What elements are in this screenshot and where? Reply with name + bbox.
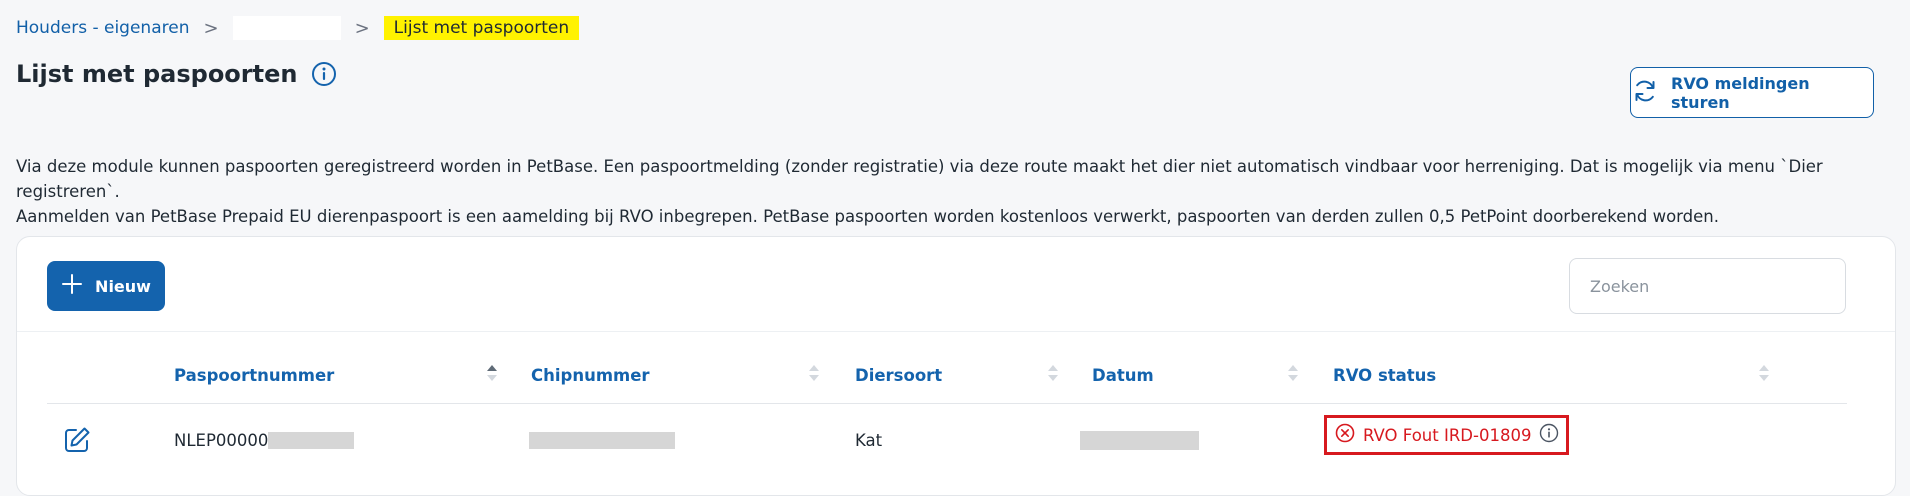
chipnummer-value bbox=[529, 431, 675, 449]
error-circle-icon bbox=[1335, 423, 1355, 447]
info-icon[interactable] bbox=[311, 61, 337, 87]
redacted-block bbox=[268, 431, 355, 449]
info-icon[interactable] bbox=[1539, 423, 1559, 447]
breadcrumb: Houders - eigenaren > > Lijst met paspoo… bbox=[16, 14, 580, 42]
sort-icon[interactable] bbox=[1758, 361, 1770, 385]
breadcrumb-separator: > bbox=[354, 17, 370, 39]
new-passport-button[interactable]: Nieuw bbox=[47, 261, 165, 311]
rvo-notifications-label: RVO meldingen sturen bbox=[1671, 73, 1810, 112]
refresh-icon bbox=[1631, 77, 1659, 109]
column-header-rvo-status[interactable]: RVO status bbox=[1333, 363, 1436, 387]
cell-diersoort: Kat bbox=[855, 430, 883, 450]
title-row: Lijst met paspoorten bbox=[16, 60, 337, 88]
cell-datum bbox=[1080, 423, 1199, 457]
column-header-diersoort[interactable]: Diersoort bbox=[855, 363, 942, 387]
new-passport-label: Nieuw bbox=[95, 276, 151, 296]
sort-icon[interactable] bbox=[1287, 361, 1299, 385]
cell-paspoortnummer: NLEP00000 bbox=[174, 423, 355, 457]
breadcrumb-item-redacted[interactable] bbox=[232, 16, 341, 40]
breadcrumb-item-current: Lijst met paspoorten bbox=[383, 16, 580, 40]
column-header-datum[interactable]: Datum bbox=[1092, 363, 1154, 387]
module-description: Via deze module kunnen paspoorten geregi… bbox=[16, 154, 1896, 229]
passports-table-card: Nieuw Paspoortnummer Chipnummer Diersoor… bbox=[16, 236, 1896, 496]
breadcrumb-item-houders[interactable]: Houders - eigenaren bbox=[16, 18, 189, 38]
column-header-chipnummer[interactable]: Chipnummer bbox=[531, 363, 650, 387]
datum-value bbox=[1080, 430, 1199, 450]
description-line-1: Via deze module kunnen paspoorten geregi… bbox=[16, 157, 1823, 201]
column-header-paspoortnummer[interactable]: Paspoortnummer bbox=[174, 363, 334, 387]
description-line-2: Aanmelden van PetBase Prepaid EU dierenp… bbox=[16, 207, 1719, 226]
sort-icon[interactable] bbox=[1047, 361, 1059, 385]
rvo-status-badge: RVO Fout IRD-01809 bbox=[1324, 415, 1569, 455]
table-header-divider bbox=[47, 403, 1847, 404]
rvo-notifications-button[interactable]: RVO meldingen sturen bbox=[1630, 67, 1874, 118]
cell-chipnummer bbox=[529, 423, 675, 457]
rvo-status-text: RVO Fout IRD-01809 bbox=[1363, 425, 1532, 445]
toolbar-divider bbox=[17, 331, 1895, 332]
paspoortnummer-value: NLEP00000 bbox=[174, 430, 269, 450]
breadcrumb-separator: > bbox=[203, 17, 219, 39]
plus-icon bbox=[61, 273, 83, 299]
sort-ascending-icon[interactable] bbox=[486, 361, 498, 385]
sort-icon[interactable] bbox=[808, 361, 820, 385]
edit-icon[interactable] bbox=[62, 425, 92, 455]
search-input[interactable] bbox=[1569, 258, 1846, 314]
page-title: Lijst met paspoorten bbox=[16, 60, 298, 88]
